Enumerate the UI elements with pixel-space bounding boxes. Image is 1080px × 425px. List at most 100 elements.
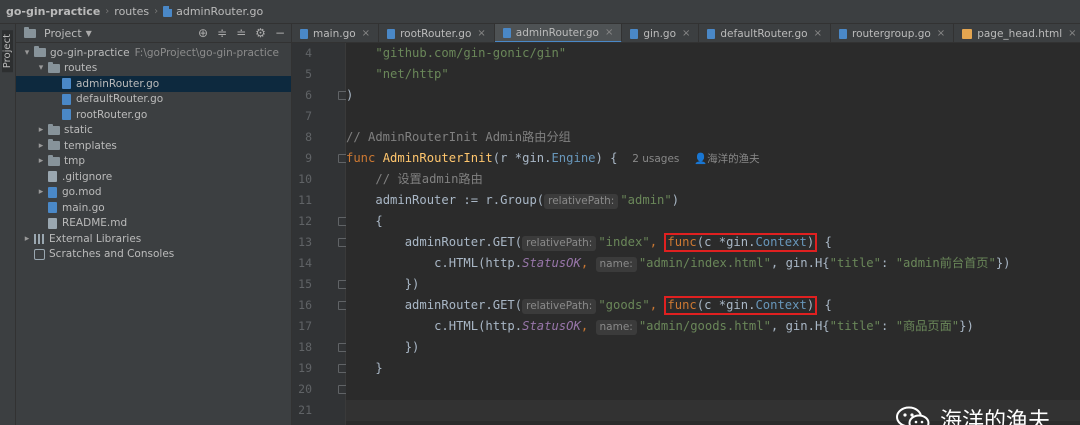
tree-item[interactable]: defaultRouter.go: [16, 92, 291, 108]
project-tree: ▾ go-gin-practice F:\goProject\go-gin-prac…: [16, 43, 291, 262]
project-tool-button[interactable]: Project: [2, 30, 13, 73]
code-line-4[interactable]: "github.com/gin-gonic/gin": [346, 43, 1080, 64]
line-number: 6: [305, 88, 312, 102]
code-line-7[interactable]: [346, 106, 1080, 127]
param-hint: relativePath:: [522, 236, 597, 251]
tree-item[interactable]: adminRouter.go: [16, 76, 291, 92]
chevron-right-icon[interactable]: ▸: [36, 156, 46, 166]
line-number: 17: [298, 319, 312, 333]
line-number: 4: [305, 46, 312, 60]
editor-tab[interactable]: defaultRouter.go ×: [699, 24, 831, 42]
tree-item[interactable]: README.md: [16, 216, 291, 232]
tab-label: adminRouter.go: [515, 26, 599, 39]
gear-icon[interactable]: ⚙: [255, 26, 266, 40]
tree-item[interactable]: rootRouter.go: [16, 107, 291, 123]
tree-item[interactable]: ▸ tmp: [16, 154, 291, 170]
highlight-box: func(c *gin.Context): [664, 296, 818, 315]
close-icon[interactable]: ×: [814, 28, 822, 39]
expand-all-icon[interactable]: ≑: [217, 26, 227, 40]
code-line-18[interactable]: }): [346, 337, 1080, 358]
close-icon[interactable]: ×: [682, 28, 690, 39]
code-line-16[interactable]: adminRouter.GET(relativePath: "goods", fu…: [346, 295, 1080, 316]
code-line-20[interactable]: [346, 379, 1080, 400]
breadcrumb-file[interactable]: adminRouter.go: [163, 5, 263, 18]
tree-item[interactable]: Scratches and Consoles: [16, 247, 291, 263]
editor-tab[interactable]: adminRouter.go ×: [494, 24, 623, 42]
close-icon[interactable]: ×: [1068, 28, 1076, 39]
project-view-selector[interactable]: Project: [44, 27, 82, 40]
tab-label: defaultRouter.go: [720, 27, 808, 40]
code-line-17[interactable]: c.HTML(http.StatusOK, name: "admin/goods.…: [346, 316, 1080, 337]
code-line-13[interactable]: adminRouter.GET(relativePath: "index", fu…: [346, 232, 1080, 253]
tree-item-label: go-gin-practice: [50, 46, 130, 59]
line-number: 13: [298, 235, 312, 249]
code-line-12[interactable]: {: [346, 211, 1080, 232]
hide-icon[interactable]: −: [275, 26, 285, 40]
close-icon[interactable]: ×: [937, 28, 945, 39]
tree-item[interactable]: ▾ routes: [16, 61, 291, 77]
tree-item[interactable]: ▸ static: [16, 123, 291, 139]
code-line-10[interactable]: // 设置admin路由: [346, 169, 1080, 190]
tree-item-label: rootRouter.go: [76, 108, 148, 121]
code-line-5[interactable]: "net/http": [346, 64, 1080, 85]
breadcrumb-project[interactable]: go-gin-practice: [6, 5, 100, 18]
tree-item[interactable]: .gitignore: [16, 169, 291, 185]
code-line-14[interactable]: c.HTML(http.StatusOK, name: "admin/index.…: [346, 253, 1080, 274]
tree-item[interactable]: ▸ External Libraries: [16, 231, 291, 247]
line-number: 8: [305, 130, 312, 144]
close-icon[interactable]: ×: [605, 27, 613, 38]
code-editor[interactable]: "github.com/gin-gonic/gin" "net/http" ) …: [346, 43, 1080, 425]
editor-gutter: 4567891011121314151617181920💡21: [292, 43, 370, 425]
text-file-icon: [48, 171, 57, 183]
editor-tab[interactable]: gin.go ×: [622, 24, 700, 42]
tree-item-label: tmp: [64, 155, 86, 168]
tree-item-label: main.go: [62, 201, 105, 214]
locate-icon[interactable]: ⊕: [198, 26, 208, 40]
line-number: 21: [298, 403, 312, 417]
tree-item[interactable]: main.go: [16, 200, 291, 216]
code-line-11[interactable]: adminRouter := r.Group(relativePath: "adm…: [346, 190, 1080, 211]
chevron-down-icon[interactable]: ▼: [86, 29, 92, 38]
editor-tab[interactable]: rootRouter.go ×: [379, 24, 495, 42]
editor-tab[interactable]: routergroup.go ×: [831, 24, 955, 42]
line-number: 12: [298, 214, 312, 228]
author-hint: 海洋的渔夫: [707, 153, 760, 165]
editor-tab[interactable]: page_head.html ×: [954, 24, 1080, 42]
breadcrumb-folder[interactable]: routes: [114, 5, 149, 18]
breadcrumb-separator-icon: ›: [154, 6, 159, 17]
param-hint: relativePath:: [522, 299, 597, 314]
go-file-icon: [839, 28, 847, 39]
tree-item[interactable]: ▾ go-gin-practice F:\goProject\go-gin-prac…: [16, 45, 291, 61]
code-line-15[interactable]: }): [346, 274, 1080, 295]
chevron-down-icon[interactable]: ▾: [22, 48, 32, 58]
go-file-icon: [502, 27, 511, 38]
close-icon[interactable]: ×: [362, 28, 370, 39]
usages-hint[interactable]: 2 usages: [632, 153, 679, 165]
editor-tab[interactable]: main.go ×: [292, 24, 380, 42]
tree-item-label: .gitignore: [62, 170, 113, 183]
line-number: 7: [305, 109, 312, 123]
tree-item[interactable]: ▸ templates: [16, 138, 291, 154]
go-file-icon: [62, 93, 71, 105]
tree-item-label: defaultRouter.go: [76, 93, 164, 106]
chevron-right-icon[interactable]: ▸: [36, 187, 46, 197]
code-line-19[interactable]: }: [346, 358, 1080, 379]
text-file-icon: [48, 217, 57, 229]
code-line-6[interactable]: ): [346, 85, 1080, 106]
collapse-all-icon[interactable]: ≐: [236, 26, 246, 40]
code-line-9[interactable]: func AdminRouterInit(r *gin.Engine) { 2 …: [346, 148, 1080, 169]
line-number: 5: [305, 67, 312, 81]
go-file-icon: [163, 6, 173, 17]
chevron-right-icon[interactable]: ▸: [36, 141, 46, 151]
go-file-icon: [707, 28, 716, 39]
chevron-down-icon[interactable]: ▾: [36, 63, 46, 73]
project-panel: Project ▼ ⊕ ≑ ≐ ⚙ − ▾ go-gin-practice F:\g…: [16, 24, 292, 425]
code-line-8[interactable]: // AdminRouterInit Admin路由分组: [346, 127, 1080, 148]
line-number: 9: [305, 151, 312, 165]
line-number: 20: [298, 382, 312, 396]
tree-item[interactable]: ▸ go.mod: [16, 185, 291, 201]
chevron-right-icon[interactable]: ▸: [36, 125, 46, 135]
folder-icon: [48, 154, 60, 166]
close-icon[interactable]: ×: [477, 28, 485, 39]
chevron-right-icon[interactable]: ▸: [22, 234, 32, 244]
